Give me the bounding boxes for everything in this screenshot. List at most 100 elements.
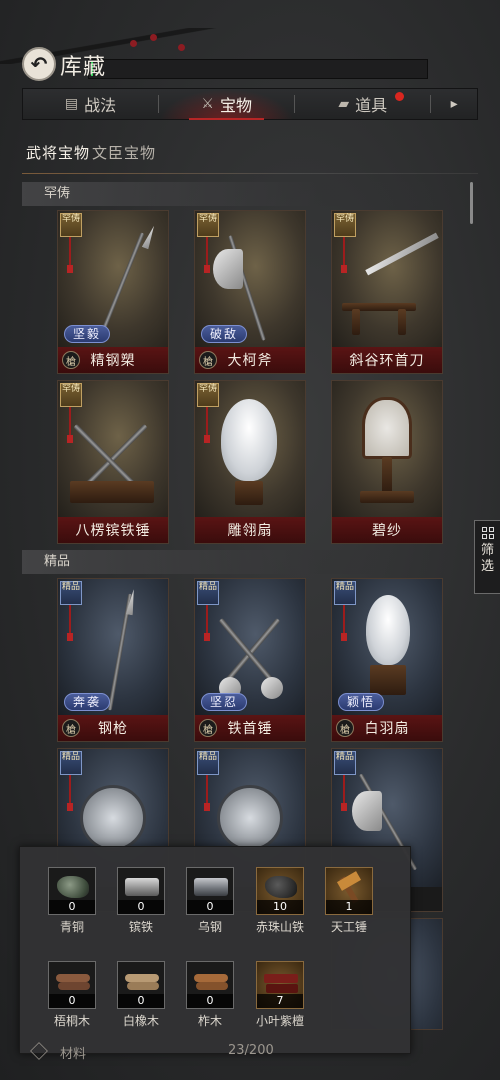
weapon-type-badge: 槍 <box>62 351 80 369</box>
black-steel-ingot-icon <box>194 878 228 896</box>
material-item[interactable]: 0 柞木 <box>186 961 234 1029</box>
materials-label[interactable]: 材料 <box>60 1043 86 1062</box>
materials-popup: 0 青铜 0 镔铁 0 乌钢 10 赤珠山铁 1 天工锤 0 梧桐木 0 白橡木… <box>19 846 411 1054</box>
material-item[interactable]: 0 乌钢 <box>186 867 234 935</box>
blossom-decoration <box>150 34 157 41</box>
treasure-card[interactable]: 罕俦 破敌 大柯斧 槍 <box>194 210 306 374</box>
page-title: 库藏 <box>60 55 107 80</box>
material-name: 柞木 <box>197 1014 222 1028</box>
weapon-type-badge: 槍 <box>62 719 80 737</box>
treasure-card[interactable]: 精品 颖悟 白羽扇 槍 <box>331 578 443 742</box>
rank-tag: 罕俦 <box>197 383 219 407</box>
notification-dot <box>395 92 405 101</box>
tassel-decoration <box>67 237 73 273</box>
material-name: 乌钢 <box>197 920 222 934</box>
red-pearl-iron-icon <box>265 876 297 898</box>
bronze-ore-icon <box>57 876 89 898</box>
treasure-name: 碧纱 <box>332 517 442 543</box>
tab-items[interactable]: ▰ 道具 <box>295 89 430 119</box>
material-item[interactable]: 0 梧桐木 <box>48 961 96 1029</box>
tabs-next-button[interactable]: ▸ <box>431 89 477 119</box>
material-count: 0 <box>49 900 95 914</box>
treasure-card[interactable]: 罕俦 坚毅 精钢槊 槍 <box>57 210 169 374</box>
treasure-card[interactable]: 罕俦 斜谷环首刀 <box>331 210 443 374</box>
weapon-type-badge: 槍 <box>199 719 217 737</box>
material-item[interactable]: 0 镔铁 <box>117 867 165 935</box>
filter-button[interactable]: 筛 选 <box>474 520 500 594</box>
material-icon-box: 0 <box>117 867 165 915</box>
tassel-decoration <box>341 605 347 641</box>
sub-tab-minister-treasures[interactable]: 文臣宝物 <box>92 142 156 163</box>
bottom-bar: 材料 23/200 <box>20 1040 410 1066</box>
capacity-count: 23/200 <box>228 1043 274 1058</box>
tassel-decoration <box>67 407 73 443</box>
axe-blade <box>352 791 382 831</box>
main-tab-bar: ▤ 战法 ⚔ 宝物 ▰ 道具 ▸ <box>22 88 478 120</box>
material-item[interactable]: 1 天工锤 <box>325 867 373 935</box>
fan-feathers <box>221 399 277 481</box>
rank-tag: 精品 <box>334 751 356 775</box>
skill-pill: 破敌 <box>201 325 248 343</box>
treasure-card[interactable]: 精品 奔袭 钢枪 槍 <box>57 578 169 742</box>
tassel-decoration <box>204 605 210 641</box>
title-bar <box>88 59 428 79</box>
tassel-decoration <box>204 237 210 273</box>
material-name: 梧桐木 <box>53 1014 90 1028</box>
sub-tab-general-treasures[interactable]: 武将宝物 <box>26 142 90 163</box>
materials-toggle-icon[interactable] <box>30 1042 48 1060</box>
weapon-type-badge: 槍 <box>336 719 354 737</box>
skill-pill: 颖悟 <box>338 693 385 711</box>
weapon-rack-icon: ⚔ <box>201 96 214 112</box>
treasure-name: 八楞镔铁锤 <box>58 517 168 543</box>
material-icon-box: 0 <box>117 961 165 1009</box>
material-name: 天工锤 <box>330 920 367 934</box>
tassel-decoration <box>67 775 73 811</box>
material-count: 1 <box>326 900 372 914</box>
material-count: 0 <box>118 900 164 914</box>
white-oak-wood-icon <box>125 972 159 994</box>
material-count: 7 <box>257 994 303 1008</box>
material-count: 0 <box>118 994 164 1008</box>
rank-tag: 罕俦 <box>197 213 219 237</box>
treasure-card[interactable]: 罕俦 八楞镔铁锤 <box>57 380 169 544</box>
screen-stand <box>382 457 392 493</box>
material-name: 小叶紫檀 <box>256 1014 305 1028</box>
section-header-fine: 精品 <box>22 550 452 574</box>
fan-stand <box>370 665 406 695</box>
material-icon-box: 0 <box>48 867 96 915</box>
treasure-card[interactable]: 罕俦 雕翎扇 <box>194 380 306 544</box>
spear-tip <box>142 225 157 250</box>
scrollbar-thumb[interactable] <box>470 182 473 224</box>
rank-tag: 精品 <box>334 581 356 605</box>
fan-stand <box>235 481 263 505</box>
material-item[interactable]: 7 小叶紫檀 <box>256 961 304 1029</box>
filter-label: 筛 <box>480 543 494 558</box>
material-icon-box: 0 <box>186 961 234 1009</box>
treasure-card[interactable]: 精品 坚忍 铁首锤 槍 <box>194 578 306 742</box>
grid-icon <box>481 527 494 539</box>
treasure-card[interactable]: 碧纱 <box>331 380 443 544</box>
rank-tag: 精品 <box>60 751 82 775</box>
tab-label: 宝物 <box>219 96 252 115</box>
fine-iron-ingot-icon <box>125 878 159 896</box>
tab-label: 战法 <box>84 96 117 115</box>
material-icon-box: 0 <box>186 867 234 915</box>
mirror-art <box>217 785 283 851</box>
material-item[interactable]: 0 青铜 <box>48 867 96 935</box>
tassel-decoration <box>341 775 347 811</box>
axe-blade <box>213 249 243 289</box>
tab-tactics[interactable]: ▤ 战法 <box>23 89 158 119</box>
gauze-screen <box>362 397 412 459</box>
rank-tag: 罕俦 <box>334 213 356 237</box>
rank-tag: 精品 <box>60 581 82 605</box>
tab-treasures[interactable]: ⚔ 宝物 <box>159 89 295 120</box>
material-item[interactable]: 10 赤珠山铁 <box>256 867 304 935</box>
tassel-decoration <box>204 775 210 811</box>
material-name: 青铜 <box>59 920 84 934</box>
skill-pill: 坚忍 <box>201 693 248 711</box>
sword-blade <box>365 232 439 276</box>
material-item[interactable]: 0 白橡木 <box>117 961 165 1029</box>
wutong-wood-icon <box>56 972 90 994</box>
back-button[interactable]: ↶ <box>22 47 56 81</box>
material-count: 0 <box>187 900 233 914</box>
